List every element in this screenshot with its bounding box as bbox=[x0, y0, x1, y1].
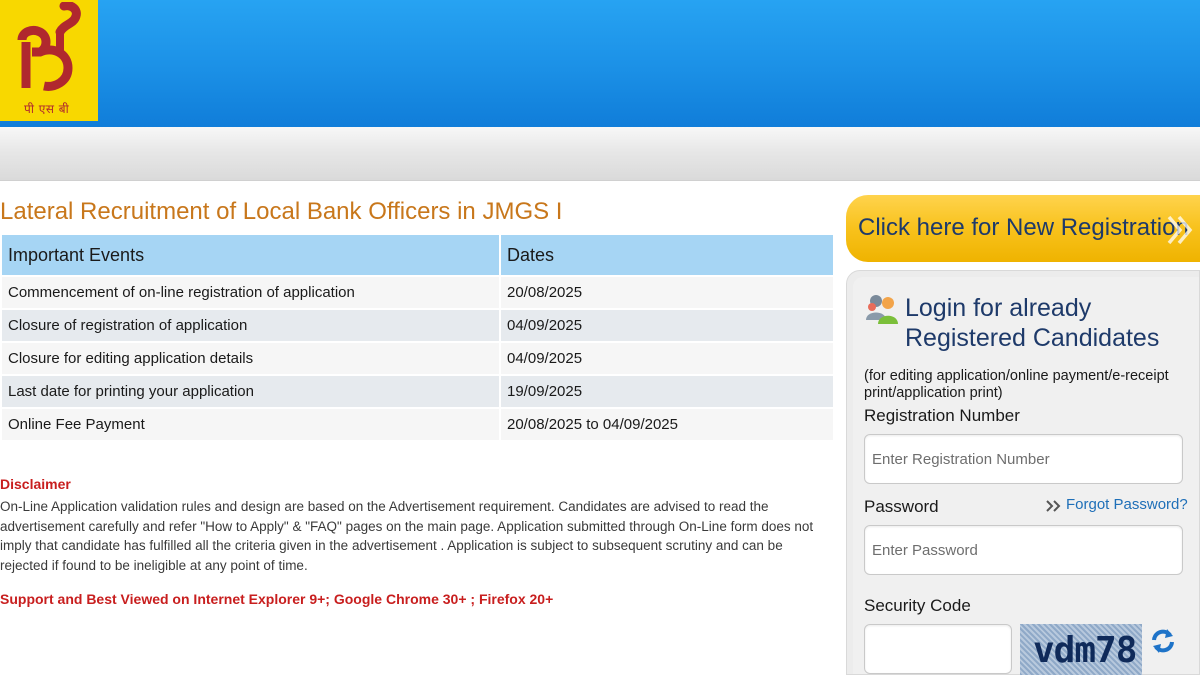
event-cell: Last date for printing your application bbox=[2, 376, 499, 407]
registration-number-input[interactable] bbox=[864, 434, 1183, 484]
password-label: Password bbox=[864, 497, 939, 516]
login-title: Login for already Registered Candidates bbox=[905, 293, 1195, 353]
password-input[interactable] bbox=[864, 525, 1183, 575]
event-cell: Closure of registration of application bbox=[2, 310, 499, 341]
disclaimer-text: On-Line Application validation rules and… bbox=[0, 499, 814, 573]
table-header-row: Important Events Dates bbox=[2, 235, 833, 275]
security-code-input[interactable] bbox=[864, 624, 1012, 674]
browser-support-note: Support and Best Viewed on Internet Expl… bbox=[0, 591, 554, 607]
security-code-label: Security Code bbox=[864, 596, 971, 615]
event-cell: Commencement of on-line registration of … bbox=[2, 277, 499, 308]
captcha-image: vdm78 bbox=[1020, 624, 1142, 675]
login-title-line1: Login for already bbox=[905, 294, 1092, 322]
important-events-table: Important Events Dates Commencement of o… bbox=[0, 233, 835, 442]
date-cell: 20/08/2025 to 04/09/2025 bbox=[501, 409, 833, 440]
captcha-text: vdm78 bbox=[1033, 630, 1137, 671]
forgot-password-label[interactable]: Forgot Password? bbox=[1066, 496, 1188, 513]
double-chevron-small-icon bbox=[1046, 500, 1061, 512]
nav-bar bbox=[0, 127, 1200, 181]
table-row: Closure for editing application details … bbox=[2, 343, 833, 374]
table-row: Online Fee Payment 20/08/2025 to 04/09/2… bbox=[2, 409, 833, 440]
column-header-events: Important Events bbox=[2, 235, 499, 275]
new-registration-label: Click here for New Registration bbox=[858, 214, 1189, 241]
date-cell: 19/09/2025 bbox=[501, 376, 833, 407]
disclaimer-heading: Disclaimer bbox=[0, 476, 71, 492]
table-row: Last date for printing your application … bbox=[2, 376, 833, 407]
date-cell: 04/09/2025 bbox=[501, 343, 833, 374]
table-row: Commencement of on-line registration of … bbox=[2, 277, 833, 308]
login-note: (for editing application/online payment/… bbox=[864, 368, 1169, 401]
top-header: पी एस बी bbox=[0, 0, 1200, 127]
logo-symbol-icon bbox=[17, 2, 81, 91]
event-cell: Online Fee Payment bbox=[2, 409, 499, 440]
table-row: Closure of registration of application 0… bbox=[2, 310, 833, 341]
new-registration-button[interactable]: Click here for New Registration bbox=[846, 195, 1200, 262]
page-title: Lateral Recruitment of Local Bank Office… bbox=[0, 198, 563, 225]
bank-logo: पी एस बी bbox=[0, 0, 98, 121]
date-cell: 04/09/2025 bbox=[501, 310, 833, 341]
logo-text: पी एस बी bbox=[24, 102, 70, 116]
double-chevron-icon bbox=[1167, 215, 1193, 245]
date-cell: 20/08/2025 bbox=[501, 277, 833, 308]
refresh-icon[interactable] bbox=[1150, 627, 1176, 655]
users-icon bbox=[866, 295, 898, 324]
registration-number-label: Registration Number bbox=[864, 406, 1020, 425]
event-cell: Closure for editing application details bbox=[2, 343, 499, 374]
login-title-line2: Registered Candidates bbox=[905, 324, 1160, 352]
column-header-dates: Dates bbox=[501, 235, 833, 275]
